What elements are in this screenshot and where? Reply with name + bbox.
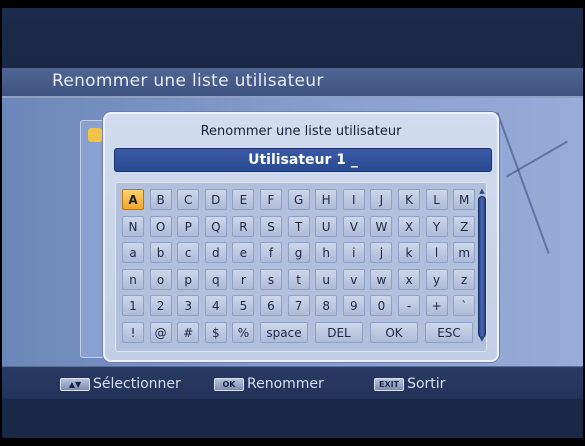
header-bar: Renommer une liste utilisateur [2, 68, 583, 98]
key-1[interactable]: 1 [122, 295, 144, 316]
key-a[interactable]: a [122, 242, 144, 263]
key-g[interactable]: g [287, 242, 310, 263]
key-ESC[interactable]: ESC [425, 321, 473, 343]
name-input[interactable]: Utilisateur 1 _ [114, 148, 492, 172]
key-P[interactable]: P [177, 215, 200, 237]
arrows-key-icon: ▲▼ [60, 377, 90, 391]
footer-rename[interactable]: OK Renommer [214, 375, 324, 393]
key-E[interactable]: E [232, 189, 255, 210]
scroll-down-icon: ▼ [479, 335, 485, 343]
key-I[interactable]: I [342, 189, 365, 210]
key-@[interactable]: @ [149, 321, 172, 343]
key-o[interactable]: o [149, 268, 172, 290]
key-s[interactable]: s [260, 268, 282, 290]
key-K[interactable]: K [398, 189, 420, 210]
key-#[interactable]: # [177, 321, 200, 343]
key-x[interactable]: x [398, 268, 420, 290]
key-r[interactable]: r [232, 268, 255, 290]
dialog-title: Renommer une liste utilisateur [200, 124, 402, 139]
footer-label-rename: Renommer [247, 376, 324, 392]
key-q[interactable]: q [204, 268, 227, 290]
key-%[interactable]: % [232, 321, 255, 343]
key-C[interactable]: C [177, 189, 200, 210]
key-G[interactable]: G [287, 189, 310, 210]
key-B[interactable]: B [149, 189, 172, 210]
key-DEL[interactable]: DEL [315, 321, 363, 343]
key-6[interactable]: 6 [260, 295, 282, 316]
keyboard-scrollbar[interactable]: ▲ ▼ [477, 187, 487, 343]
name-value: Utilisateur 1 [248, 152, 347, 168]
key-t[interactable]: t [287, 268, 310, 290]
key-0[interactable]: 0 [370, 295, 393, 316]
key-b[interactable]: b [149, 242, 172, 263]
key-A[interactable]: A [122, 189, 144, 210]
key-n[interactable]: n [122, 268, 144, 290]
key-`[interactable]: ` [453, 295, 476, 316]
key-![interactable]: ! [122, 321, 144, 343]
key-8[interactable]: 8 [315, 295, 338, 316]
key-w[interactable]: w [370, 268, 393, 290]
key-OK[interactable]: OK [370, 321, 418, 343]
footer-bar: ▲▼ Sélectionner OK Renommer EXIT Sortir [2, 366, 583, 399]
exit-key-icon: EXIT [374, 377, 405, 391]
key-D[interactable]: D [204, 189, 227, 210]
ok-key-icon: OK [214, 377, 244, 391]
key-N[interactable]: N [122, 215, 144, 237]
key-d[interactable]: d [204, 242, 227, 263]
key-W[interactable]: W [370, 215, 393, 237]
key-Q[interactable]: Q [204, 215, 227, 237]
key-k[interactable]: k [398, 242, 420, 263]
key-c[interactable]: c [177, 242, 200, 263]
key-i[interactable]: i [342, 242, 365, 263]
key-R[interactable]: R [232, 215, 255, 237]
folder-icon [88, 128, 102, 142]
on-screen-keyboard: ABCDEFGHIJKLM NOPQRSTUVWXYZabcdefghijklm n… [115, 182, 487, 352]
key-v[interactable]: v [342, 268, 365, 290]
key-Y[interactable]: Y [425, 215, 448, 237]
key-+[interactable]: + [425, 295, 448, 316]
text-cursor: _ [350, 152, 358, 168]
key-9[interactable]: 9 [342, 295, 365, 316]
key-T[interactable]: T [287, 215, 310, 237]
key-5[interactable]: 5 [232, 295, 255, 316]
footer-select[interactable]: ▲▼ Sélectionner [60, 375, 181, 393]
tree-branch [496, 112, 550, 254]
footer-label-exit: Sortir [407, 376, 446, 392]
key-Z[interactable]: Z [453, 215, 476, 237]
key-M[interactable]: M [453, 189, 476, 210]
key-J[interactable]: J [370, 189, 393, 210]
key-O[interactable]: O [149, 215, 172, 237]
footer-label-select: Sélectionner [93, 376, 181, 392]
key-3[interactable]: 3 [177, 295, 200, 316]
key-7[interactable]: 7 [287, 295, 310, 316]
key-U[interactable]: U [315, 215, 338, 237]
key--[interactable]: - [398, 295, 420, 316]
key-L[interactable]: L [425, 189, 448, 210]
rename-dialog: Renommer une liste utilisateur Utilisate… [103, 112, 499, 362]
page-title: Renommer une liste utilisateur [52, 71, 324, 91]
key-$[interactable]: $ [204, 321, 227, 343]
key-j[interactable]: j [370, 242, 393, 263]
scroll-up-icon: ▲ [479, 187, 485, 195]
footer-exit[interactable]: EXIT Sortir [374, 375, 445, 393]
key-e[interactable]: e [232, 242, 255, 263]
key-m[interactable]: m [453, 242, 476, 263]
key-z[interactable]: z [453, 268, 476, 290]
key-u[interactable]: u [315, 268, 338, 290]
key-f[interactable]: f [260, 242, 282, 263]
key-4[interactable]: 4 [204, 295, 227, 316]
key-X[interactable]: X [398, 215, 420, 237]
key-p[interactable]: p [177, 268, 200, 290]
key-H[interactable]: H [315, 189, 338, 210]
key-y[interactable]: y [425, 268, 448, 290]
key-F[interactable]: F [260, 189, 282, 210]
key-S[interactable]: S [260, 215, 282, 237]
key-l[interactable]: l [425, 242, 448, 263]
scroll-thumb[interactable] [478, 196, 486, 338]
key-space[interactable]: space [260, 321, 308, 343]
key-h[interactable]: h [315, 242, 338, 263]
key-V[interactable]: V [342, 215, 365, 237]
key-2[interactable]: 2 [149, 295, 172, 316]
